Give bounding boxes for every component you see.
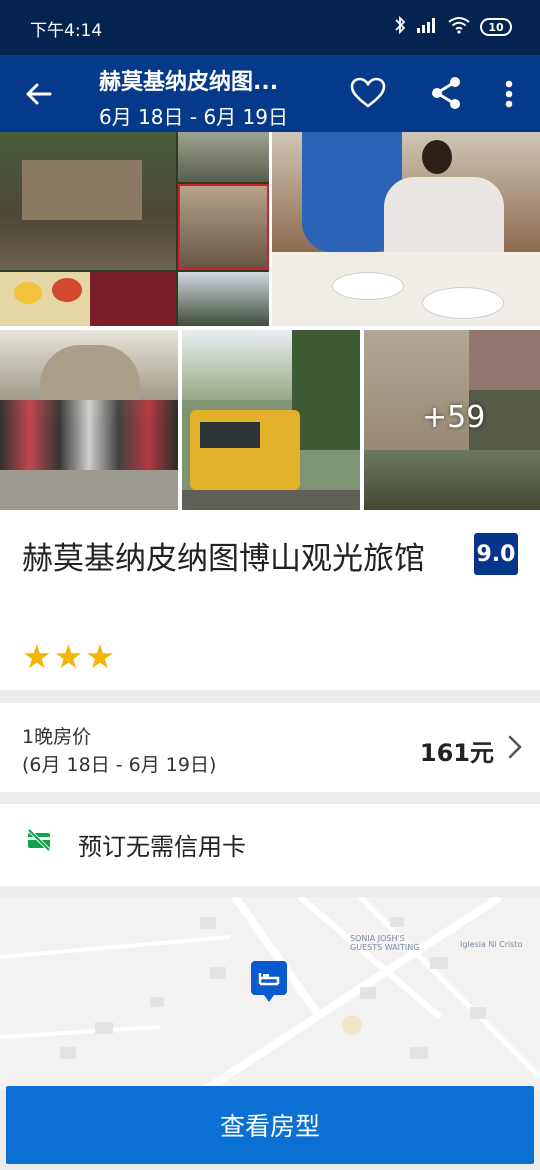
share-icon[interactable] — [430, 76, 462, 110]
map-label-church: Iglesia Ni Cristo — [460, 940, 523, 949]
bluetooth-icon — [394, 15, 406, 39]
status-icons: 10 — [394, 15, 512, 39]
no-credit-card-text: 预订无需信用卡 — [78, 833, 246, 861]
star-rating: ★★★ — [22, 637, 117, 676]
more-photos-count: +59 — [422, 400, 486, 435]
hotel-name: 赫莫基纳皮纳图博山观光旅馆 — [22, 541, 425, 577]
price-dates: (6月 18日 - 6月 19日) — [22, 754, 217, 776]
page-title: 赫莫基纳皮纳图... — [99, 70, 279, 95]
back-arrow-icon[interactable] — [24, 79, 54, 109]
hotel-map-pin-icon[interactable] — [250, 960, 288, 1010]
battery-indicator: 10 — [480, 18, 512, 36]
status-time: 下午4:14 — [30, 21, 103, 41]
stay-dates[interactable]: 6月 18日 - 6月 19日 — [99, 101, 288, 130]
status-bar: 下午4:14 10 — [0, 0, 540, 55]
chevron-right-icon[interactable] — [506, 733, 524, 761]
hotel-photo-collage[interactable] — [0, 132, 269, 326]
view-rooms-button[interactable]: 查看房型 — [6, 1086, 534, 1164]
price-label: 1晚房价 — [22, 726, 92, 748]
wifi-icon — [448, 16, 470, 38]
hotel-photo-more[interactable]: +59 — [364, 330, 540, 510]
more-options-icon[interactable] — [505, 80, 513, 108]
review-score-badge[interactable]: 9.0 — [474, 533, 518, 575]
price-amount: 161元 — [419, 739, 494, 767]
hotel-photo-dining[interactable] — [272, 132, 540, 326]
photo-gallery[interactable]: +59 — [0, 132, 540, 510]
hotel-photo-jeep[interactable] — [182, 330, 360, 510]
hotel-photo-group[interactable] — [0, 330, 178, 510]
signal-icon — [416, 17, 438, 37]
no-credit-card-icon — [26, 828, 52, 852]
location-map[interactable]: SONIA JOSH'S GUESTS WAITING Iglesia Ni C… — [0, 897, 540, 1090]
map-label-guesthouse: SONIA JOSH'S GUESTS WAITING — [350, 934, 420, 952]
app-bar: 赫莫基纳皮纳图... 6月 18日 - 6月 19日 — [0, 55, 540, 132]
favorite-heart-icon[interactable] — [350, 77, 386, 109]
